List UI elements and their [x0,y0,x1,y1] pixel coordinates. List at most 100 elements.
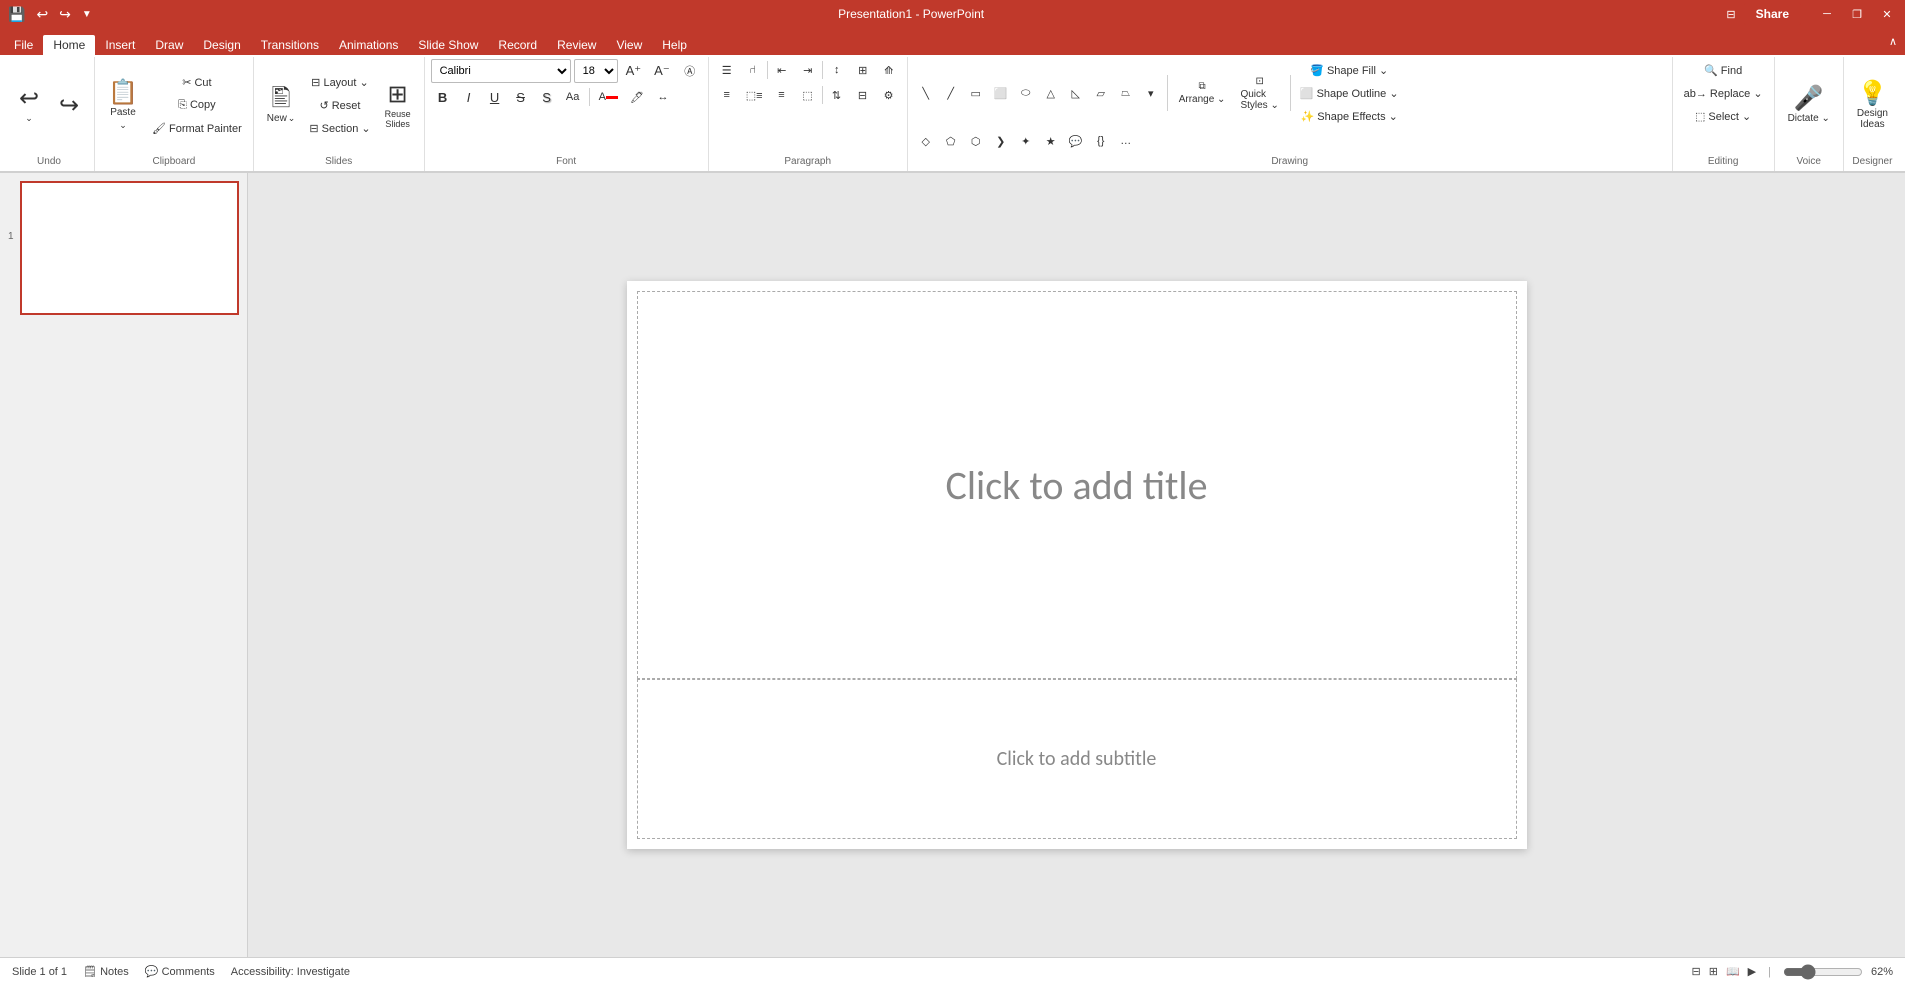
shape-more[interactable]: … [1114,130,1138,152]
redo-button[interactable]: ↪ [50,89,88,123]
justify-button[interactable]: ⬚ [796,84,820,106]
ribbon-collapse-button[interactable]: ∧ [1889,35,1897,48]
select-shape[interactable]: ╲ [914,82,938,104]
qat-dropdown[interactable]: ▼ [78,7,96,22]
shape-effects-button[interactable]: ✨ Shape Effects ⌄ [1295,105,1404,127]
quick-styles-button[interactable]: ⊡ QuickStyles ⌄ [1233,71,1285,116]
layout-button[interactable]: ⊟ Layout ⌄ [304,72,375,94]
text-shadow-button[interactable]: S [535,86,559,108]
section-button[interactable]: ⊟ Section ⌄ [304,118,375,140]
find-button[interactable]: 🔍 Find [1679,59,1768,81]
slide-canvas[interactable]: Click to add title Click to add subtitle [627,281,1527,849]
bold-button[interactable]: B [431,86,455,108]
decrease-indent-button[interactable]: ⇤ [770,59,794,81]
menu-draw[interactable]: Draw [145,35,193,55]
restore-button[interactable]: ❐ [1843,4,1871,24]
undo-button[interactable]: ↩ ⌄ [10,82,48,129]
zoom-slider[interactable] [1783,964,1863,980]
shape-outline-button[interactable]: ⬜ Shape Outline ⌄ [1295,82,1404,104]
new-slide-button[interactable]: 🖺 New ⌄ [260,82,303,129]
underline-button[interactable]: U [483,86,507,108]
shape-star5[interactable]: ★ [1039,130,1063,152]
bullets-button[interactable]: ☰ [715,59,739,81]
font-size-dropdown[interactable]: 18 [574,59,618,83]
smart-art-button[interactable]: ⟰ [877,59,901,81]
title-placeholder[interactable]: Click to add title [637,291,1517,679]
align-right-button[interactable]: ≡ [770,84,794,106]
subtitle-placeholder[interactable]: Click to add subtitle [637,679,1517,839]
minimize-button[interactable]: ─ [1813,4,1841,24]
slide-thumbnail-1[interactable] [20,181,239,315]
format-painter-button[interactable]: 🖌 Format Painter [147,118,247,140]
numbering-button[interactable]: ⑁ [741,59,765,81]
shape-fill-button[interactable]: 🪣 Shape Fill ⌄ [1295,59,1404,81]
accessibility-status[interactable]: Accessibility: Investigate [231,966,350,978]
oval-shape[interactable]: ⬭ [1014,82,1038,104]
menu-home[interactable]: Home [43,35,95,55]
align-text-button[interactable]: ⊟ [851,84,875,106]
menu-record[interactable]: Record [488,35,547,55]
ribbon-display-button[interactable]: ⊟ [1726,8,1735,21]
notes-button[interactable]: 🗒 Notes [83,965,129,978]
paste-button[interactable]: 📋 Paste ⌄ [101,76,145,136]
char-spacing-button[interactable]: ↔ [651,86,675,108]
redo-button[interactable]: ↪ [55,4,75,25]
increase-indent-button[interactable]: ⇥ [796,59,820,81]
shape-bracket[interactable]: {} [1089,130,1113,152]
comments-button[interactable]: 💬 Comments [145,965,215,978]
normal-view-button[interactable]: ⊟ [1692,965,1701,978]
arrange-button[interactable]: ⧉ Arrange ⌄ [1172,76,1233,110]
reuse-slides-button[interactable]: ⊞ ReuseSlides [378,78,418,134]
menu-review[interactable]: Review [547,35,606,55]
shape-hex[interactable]: ⬡ [964,130,988,152]
parallelogram-shape[interactable]: ▱ [1089,82,1113,104]
menu-slideshow[interactable]: Slide Show [408,35,488,55]
shape-star4[interactable]: ✦ [1014,130,1038,152]
clear-formatting-button[interactable]: Ⓐ [678,60,702,82]
reading-view-button[interactable]: 📖 [1726,965,1740,978]
menu-design[interactable]: Design [193,35,250,55]
menu-insert[interactable]: Insert [95,35,145,55]
font-color-button[interactable]: A [594,86,623,108]
font-family-dropdown[interactable]: Calibri [431,59,571,83]
slide-sorter-button[interactable]: ⊞ [1709,965,1718,978]
line-spacing-button[interactable]: ↕ [825,59,849,81]
text-direction-button[interactable]: ⇅ [825,84,849,106]
reset-button[interactable]: ↺ Reset [304,95,375,117]
convert-smartart-button[interactable]: ⚙ [877,84,901,106]
cut-button[interactable]: ✂ Cut [147,72,247,94]
design-ideas-button[interactable]: 💡 DesignIdeas [1850,77,1895,135]
strikethrough-button[interactable]: S [509,86,533,108]
rect-shape[interactable]: ▭ [964,82,988,104]
increase-font-button[interactable]: A⁺ [621,60,647,82]
share-button[interactable]: Share [1744,3,1801,25]
slideshow-button[interactable]: ▶ [1748,965,1756,978]
round-rect-shape[interactable]: ⬜ [989,82,1013,104]
select-button[interactable]: ⬚ Select ⌄ [1679,105,1768,127]
highlight-button[interactable]: 🖊 [625,86,649,108]
right-triangle-shape[interactable]: ◺ [1064,82,1088,104]
shape-diamond[interactable]: ◇ [914,130,938,152]
save-button[interactable]: 💾 [4,4,29,25]
trapezoid-shape[interactable]: ⏢ [1114,82,1138,104]
align-left-button[interactable]: ≡ [715,84,739,106]
dictate-button[interactable]: 🎤 Dictate ⌄ [1781,82,1837,129]
replace-button[interactable]: ab→ Replace ⌄ [1679,82,1768,104]
menu-help[interactable]: Help [652,35,697,55]
shape-callout[interactable]: 💬 [1064,130,1088,152]
menu-file[interactable]: File [4,35,43,55]
shape-pentagon[interactable]: ⬠ [939,130,963,152]
copy-button[interactable]: ⎘ Copy [147,95,247,117]
italic-button[interactable]: I [457,86,481,108]
menu-transitions[interactable]: Transitions [251,35,329,55]
menu-view[interactable]: View [606,35,652,55]
align-center-button[interactable]: ⬚≡ [741,84,768,106]
close-button[interactable]: ✕ [1873,4,1901,24]
line-shape[interactable]: ╱ [939,82,963,104]
shape-chevron[interactable]: ❯ [989,130,1013,152]
menu-animations[interactable]: Animations [329,35,408,55]
undo-button[interactable]: ↩ [32,4,52,25]
change-case-button[interactable]: Aa [561,86,585,108]
more-shapes-button[interactable]: ▾ [1139,82,1163,104]
triangle-shape[interactable]: △ [1039,82,1063,104]
